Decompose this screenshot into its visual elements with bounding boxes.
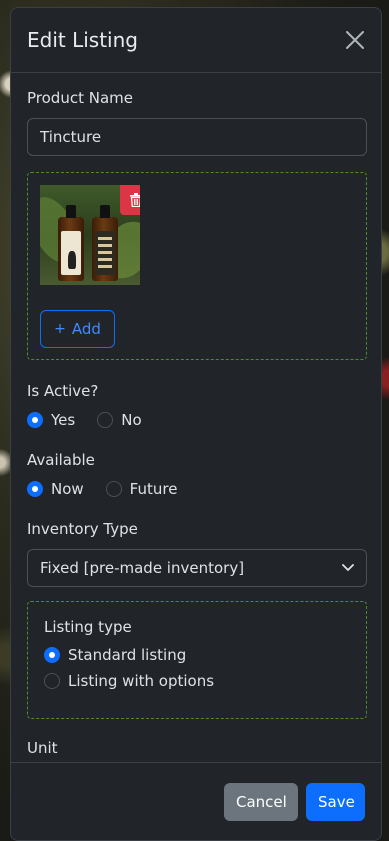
available-future-label: Future <box>129 480 178 498</box>
radio-checked-indicator <box>44 647 60 663</box>
standard-listing-label: Standard listing <box>68 646 187 664</box>
radio-checked-indicator <box>27 412 43 428</box>
trash-icon <box>130 193 140 207</box>
inventory-type-group: Inventory Type Fixed [pre-made inventory… <box>27 520 367 587</box>
listing-type-label: Listing type <box>44 618 132 636</box>
product-name-label: Product Name <box>27 89 133 107</box>
chevron-down-icon <box>342 564 354 571</box>
product-image-thumbnail[interactable] <box>40 185 140 285</box>
radio-unchecked-indicator <box>97 412 114 428</box>
add-image-button[interactable]: + Add <box>40 310 115 348</box>
save-button[interactable]: Save <box>306 782 365 821</box>
product-name-input[interactable] <box>27 118 367 156</box>
inventory-type-value: Fixed [pre-made inventory] <box>40 559 245 577</box>
listing-with-options-radio[interactable]: Listing with options <box>44 672 350 690</box>
plus-icon: + <box>54 321 66 337</box>
edit-listing-modal: Edit Listing Product Name Tincture + Add… <box>10 7 382 841</box>
inventory-type-label: Inventory Type <box>27 520 138 538</box>
available-group: Available Now Future <box>27 451 365 498</box>
is-active-group: Is Active? Yes No <box>27 382 365 429</box>
modal-header: Edit Listing <box>11 8 381 73</box>
available-now-label: Now <box>51 480 84 498</box>
cancel-button[interactable]: Cancel <box>224 782 298 821</box>
product-name-group: Product Name <box>27 89 367 156</box>
available-future-radio[interactable]: Future <box>105 480 178 498</box>
listing-with-options-label: Listing with options <box>68 672 215 690</box>
unit-group: Unit <box>27 739 365 757</box>
image-upload-area: + Add <box>27 172 367 360</box>
standard-listing-radio[interactable]: Standard listing <box>44 646 350 664</box>
is-active-no-radio[interactable]: No <box>97 411 142 429</box>
is-active-label: Is Active? <box>27 382 99 400</box>
available-label: Available <box>27 451 95 469</box>
close-icon <box>346 31 364 49</box>
is-active-yes-label: Yes <box>51 411 76 429</box>
modal-body: Product Name + Ad <box>11 73 381 762</box>
add-image-label: Add <box>71 320 101 338</box>
available-now-radio[interactable]: Now <box>27 480 84 498</box>
radio-checked-indicator <box>27 481 43 497</box>
is-active-no-label: No <box>121 411 142 429</box>
close-button[interactable] <box>343 28 367 52</box>
unit-label: Unit <box>27 739 58 757</box>
modal-footer: Cancel Save <box>11 762 381 840</box>
delete-image-button[interactable] <box>120 185 140 215</box>
inventory-type-select[interactable]: Fixed [pre-made inventory] <box>27 549 367 587</box>
listing-type-box: Listing type Standard listing Listing wi… <box>27 601 367 719</box>
radio-unchecked-indicator <box>105 481 122 497</box>
is-active-yes-radio[interactable]: Yes <box>27 411 75 429</box>
modal-title: Edit Listing <box>27 28 138 52</box>
radio-unchecked-indicator <box>44 673 60 689</box>
